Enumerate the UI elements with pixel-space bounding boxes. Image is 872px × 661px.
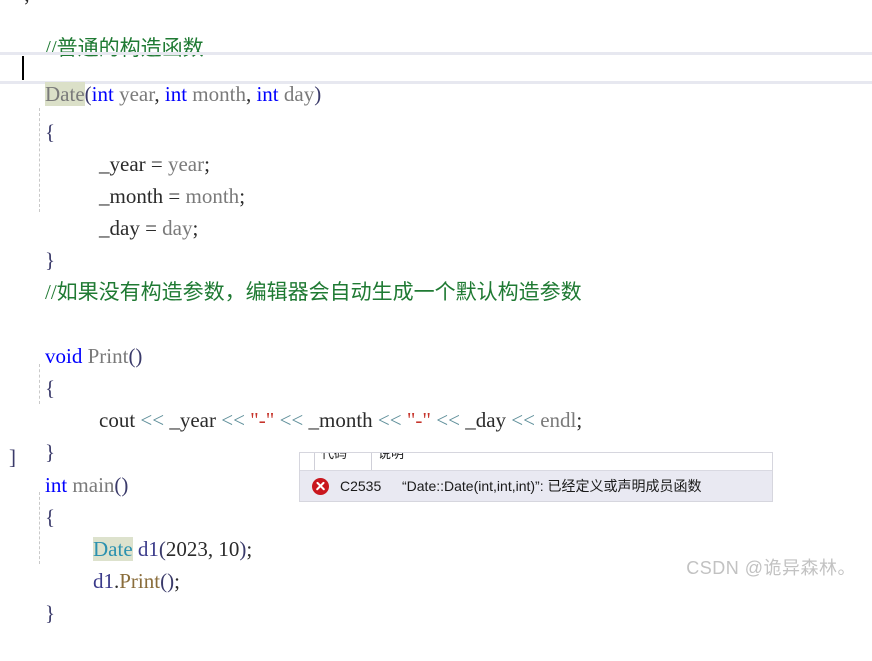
code-line[interactable]: //如果没有构造参数，编辑器会自动生成一个默认构造参数 <box>0 244 872 304</box>
csdn-watermark: CSDN @诡异森林。 <box>686 558 856 578</box>
error-column-code[interactable]: 代码 <box>315 453 372 470</box>
code-line[interactable]: { <box>0 340 872 400</box>
error-code: C2535 <box>340 478 382 494</box>
error-description: “Date::Date(int,int,int)”: 已经定义或声明成员函数 <box>402 478 702 494</box>
code-editor[interactable]: ; //普通的构造函数 Date(int year, int month, in… <box>0 0 872 625</box>
error-circle-x-icon <box>311 477 329 495</box>
code-line[interactable]: void Print() <box>0 308 872 368</box>
code-line-blank[interactable] <box>0 276 872 308</box>
error-column-description[interactable]: 说明 <box>372 453 764 470</box>
code-line[interactable]: } <box>0 212 872 272</box>
code-token-brace-close: } <box>45 601 56 625</box>
code-line[interactable]: cout << _year << "-" << _month << "-" <<… <box>0 372 872 432</box>
code-line[interactable]: //普通的构造函数 <box>0 0 872 60</box>
code-line-current[interactable]: Date(int year, int month, int day) <box>0 52 872 106</box>
code-line[interactable]: Date d1(2023, 10); <box>0 501 872 561</box>
error-list-panel[interactable]: 代码 说明 C2535 “Date::Date(int,int,int)”: 已… <box>300 453 772 501</box>
code-line[interactable]: { <box>0 84 872 144</box>
error-severity-cell <box>300 477 340 495</box>
error-list-row[interactable]: C2535 “Date::Date(int,int,int)”: 已经定义或声明… <box>300 471 772 501</box>
code-line[interactable]: _month = month; <box>0 148 872 208</box>
error-list-header: 代码 说明 <box>300 453 772 471</box>
code-line[interactable]: _year = year; <box>0 116 872 176</box>
code-line[interactable]: _day = day; <box>0 180 872 240</box>
code-line[interactable]: } <box>0 404 872 464</box>
error-column-severity[interactable] <box>300 453 315 470</box>
